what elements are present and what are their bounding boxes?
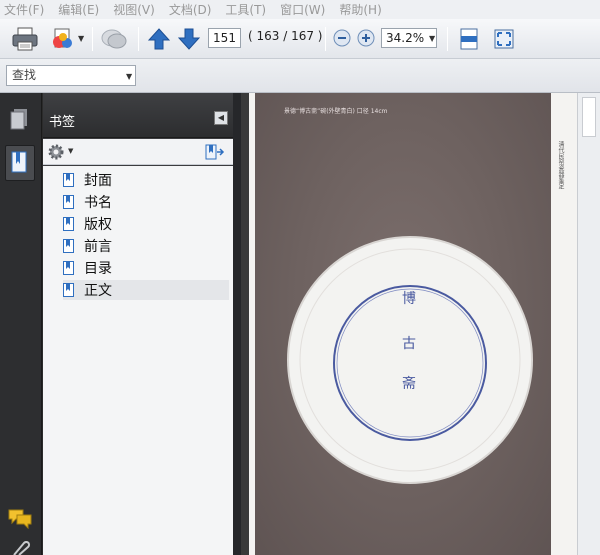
zoom-dropdown-icon[interactable]: ▼ — [429, 34, 435, 43]
bookmark-item-main-text[interactable]: 正文 — [63, 280, 229, 300]
collaborate-dropdown-icon[interactable]: ▼ — [78, 34, 84, 43]
bookmark-icon — [63, 283, 74, 297]
bookmarks-panel-title: 书签 — [49, 115, 76, 130]
page-number-input[interactable]: 151 — [208, 28, 241, 48]
fit-width-icon[interactable] — [458, 27, 480, 51]
plate-photo: 博 古 斋 景德“博古斋”碗(外壁青白) 口径 14cm — [255, 93, 551, 555]
panel-splitter[interactable] — [233, 93, 241, 555]
menu-window[interactable]: 窗口(W) — [280, 1, 325, 18]
attachments-icon[interactable] — [10, 541, 32, 555]
photo-caption: 景德“博古斋”碗(外壁青白) 口径 14cm — [284, 108, 388, 115]
bookmarks-tree: 封面 书名 版权 前言 目录 正文 — [43, 166, 233, 555]
bookmarks-panel: 书签 ◀ ▼ 封面 书名 版权 前言 目录 正文 — [43, 93, 233, 555]
bookmark-label: 正文 — [84, 283, 112, 299]
scrollbar-thumb[interactable] — [582, 97, 596, 137]
plate-image: 博 古 斋 — [287, 236, 533, 484]
find-input[interactable]: 查找 — [6, 65, 136, 86]
next-page-icon[interactable] — [178, 27, 200, 51]
bookmark-item-contents[interactable]: 目录 — [63, 258, 229, 278]
find-toolbar: 查找 ▼ — [0, 59, 600, 93]
collaborate-icon[interactable] — [50, 27, 76, 51]
bookmark-item-cover[interactable]: 封面 — [63, 170, 229, 190]
main-toolbar: ▼ 151 ( 163 / 167 ) 34.2% ▼ — [0, 19, 600, 59]
find-dropdown-icon[interactable]: ▼ — [126, 72, 132, 81]
find-input-placeholder: 查找 — [12, 68, 37, 82]
options-gear-icon[interactable] — [47, 143, 67, 161]
bookmark-icon — [63, 195, 74, 209]
bookmarks-panel-header: 书签 ◀ — [43, 93, 233, 138]
collapse-panel-button[interactable]: ◀ — [214, 111, 228, 125]
menu-view[interactable]: 视图(V) — [113, 1, 155, 18]
side-caption: 清代民窑瓷器鉴定 — [557, 141, 564, 189]
menu-document[interactable]: 文档(D) — [169, 1, 212, 18]
bookmarks-icon — [11, 151, 27, 173]
menu-bar: 文件(F) 编辑(E) 视图(V) 文档(D) 工具(T) 窗口(W) 帮助(H… — [0, 0, 600, 19]
zoom-level-value: 34.2% — [386, 31, 425, 45]
full-screen-icon[interactable] — [492, 27, 516, 51]
menu-file[interactable]: 文件(F) — [4, 1, 44, 18]
bookmarks-panel-button[interactable] — [5, 145, 35, 181]
bookmark-item-copyright[interactable]: 版权 — [63, 214, 229, 234]
bookmark-icon — [63, 261, 74, 275]
pages-panel-button[interactable] — [5, 101, 35, 137]
pages-icon — [10, 109, 27, 130]
bookmark-item-title[interactable]: 书名 — [63, 192, 229, 212]
bookmark-label: 封面 — [84, 173, 112, 189]
options-dropdown-icon[interactable]: ▼ — [68, 147, 73, 155]
bookmark-label: 前言 — [84, 239, 112, 255]
previous-page-icon[interactable] — [148, 27, 170, 51]
page-count: ( 163 / 167 ) — [248, 29, 323, 43]
bookmark-label: 版权 — [84, 217, 112, 233]
bookmark-icon — [63, 239, 74, 253]
zoom-in-icon[interactable] — [357, 29, 375, 47]
document-view: 博 古 斋 景德“博古斋”碗(外壁青白) 口径 14cm 清代民窑瓷器鉴定 — [241, 93, 600, 555]
bookmark-item-preface[interactable]: 前言 — [63, 236, 229, 256]
bookmark-label: 目录 — [84, 261, 112, 277]
comment-icon[interactable] — [100, 27, 128, 51]
expand-bookmark-icon[interactable] — [203, 143, 227, 161]
print-icon[interactable] — [12, 27, 38, 51]
navigation-rail — [0, 93, 42, 555]
plate-mark-1: 博 — [402, 290, 416, 307]
bookmark-icon — [63, 173, 74, 187]
plate-mark-2: 古 — [402, 336, 416, 352]
vertical-scrollbar[interactable] — [577, 93, 600, 555]
pdf-page: 博 古 斋 景德“博古斋”碗(外壁青白) 口径 14cm 清代民窑瓷器鉴定 — [249, 93, 577, 555]
menu-tools[interactable]: 工具(T) — [225, 1, 266, 18]
plate-mark-3: 斋 — [402, 375, 416, 392]
bookmark-icon — [63, 217, 74, 231]
bookmarks-toolbar: ▼ — [43, 139, 233, 165]
comments-icon[interactable] — [7, 507, 33, 529]
zoom-out-icon[interactable] — [333, 29, 351, 47]
menu-edit[interactable]: 编辑(E) — [58, 1, 99, 18]
menu-help[interactable]: 帮助(H) — [339, 1, 381, 18]
caret-left-icon: ◀ — [217, 113, 225, 122]
bookmark-label: 书名 — [84, 195, 112, 211]
